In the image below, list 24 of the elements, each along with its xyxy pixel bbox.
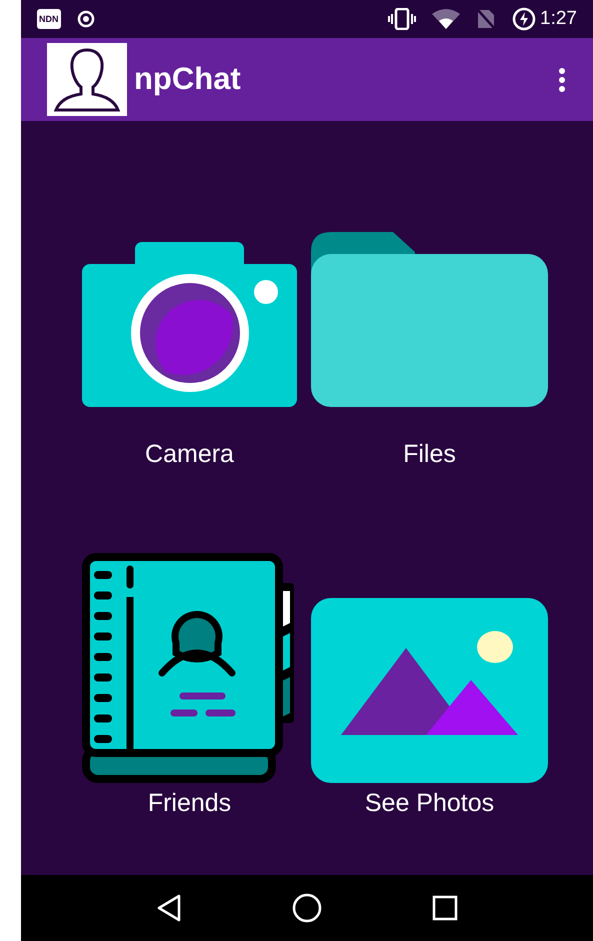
address-book-icon (82, 553, 297, 783)
battery-charging-icon (512, 7, 536, 31)
camera-icon (82, 242, 297, 407)
no-sim-icon (476, 8, 496, 30)
recents-icon[interactable] (432, 895, 458, 921)
folder-icon (311, 232, 548, 407)
tile-label: See Photos (364, 788, 494, 818)
app-badge: NDN (37, 9, 60, 29)
menu-tile[interactable]: See Photos (311, 553, 548, 818)
clock-time: 1:27 (540, 6, 577, 31)
vibrate-icon (388, 8, 416, 30)
menu-tile[interactable]: Files (311, 232, 548, 469)
back-icon[interactable] (156, 894, 182, 922)
avatar-icon (47, 43, 127, 116)
image-icon (311, 598, 548, 783)
wifi-icon (432, 9, 460, 29)
app-title: npChat (134, 60, 241, 98)
tile-label: Friends (148, 788, 232, 818)
menu-tile[interactable]: Camera (82, 232, 297, 469)
menu-tile[interactable]: Friends (82, 553, 297, 818)
target-icon (76, 10, 94, 28)
tile-label: Camera (145, 439, 234, 469)
tile-label: Files (403, 439, 456, 469)
home-icon[interactable] (292, 893, 322, 923)
